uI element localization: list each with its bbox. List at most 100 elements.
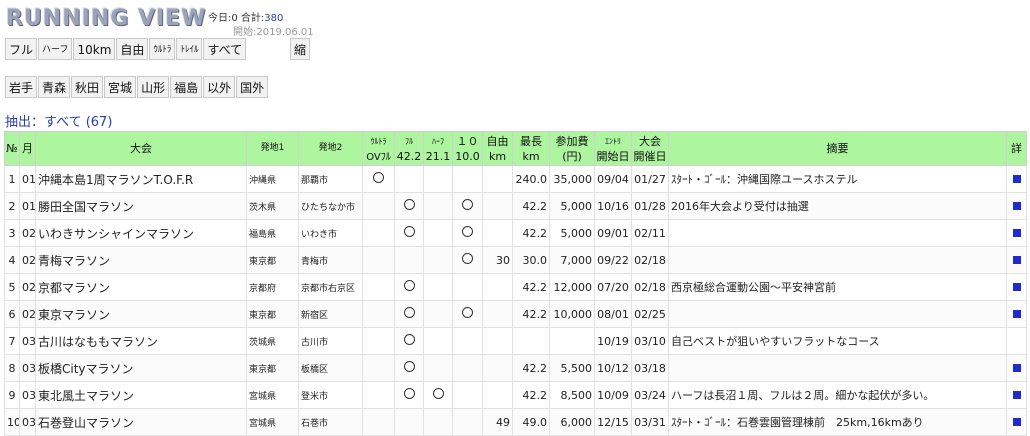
region-filter-button[interactable]: 秋田 xyxy=(71,76,104,98)
col-ultra: ｳﾙﾄﾗ OVﾌﾙ xyxy=(362,131,395,166)
race-name-link[interactable]: 東北風土マラソン xyxy=(35,381,247,409)
full-mark xyxy=(394,408,424,436)
circle-mark-icon xyxy=(462,199,473,210)
col-race: 大会 xyxy=(35,131,247,166)
race-name-link[interactable]: 勝田全国マラソン xyxy=(35,192,247,220)
row-place1: 茨城県 xyxy=(246,327,299,355)
row-no: 1 xyxy=(4,165,20,193)
race-name-link[interactable]: 古川はなももマラソン xyxy=(35,327,247,355)
row-free-km xyxy=(482,327,513,355)
table-row: 9 03 東北風土マラソン 宮城県 登米市 42.2 8,500 10/09 03/24 ハーフは… xyxy=(4,381,1027,409)
half-mark xyxy=(423,219,453,247)
row-race-date: 03/18 xyxy=(631,354,669,382)
row-entry-date: 10/12 xyxy=(594,354,632,382)
row-entry-date: 10/19 xyxy=(594,327,632,355)
col-free: 自由 km xyxy=(482,131,513,166)
ten-mark xyxy=(452,300,483,328)
row-no: 7 xyxy=(4,327,20,355)
race-name-link[interactable]: 石巻登山マラソン xyxy=(35,408,247,436)
row-race-date: 03/31 xyxy=(631,408,669,436)
detail-square-icon[interactable] xyxy=(1012,417,1021,426)
distance-filter-button[interactable]: すべて xyxy=(203,38,247,60)
detail-square-icon[interactable] xyxy=(1012,363,1021,372)
half-mark xyxy=(423,300,453,328)
detail-square-icon[interactable] xyxy=(1012,174,1021,183)
region-filter-button[interactable]: 岩手 xyxy=(5,76,38,98)
row-max-km: 42.2 xyxy=(512,300,550,328)
half-mark xyxy=(423,273,453,301)
region-filter-button[interactable]: 山形 xyxy=(137,76,170,98)
row-summary: ｽﾀｰﾄ・ｺﾞｰﾙ：石巻雲園管理棟前 25km,16kmあり xyxy=(668,408,1007,436)
ten-mark xyxy=(452,273,483,301)
race-name-link[interactable]: 東京マラソン xyxy=(35,300,247,328)
row-place2: 古川市 xyxy=(298,327,363,355)
race-name-link[interactable]: 京都マラソン xyxy=(35,273,247,301)
row-summary: ｽﾀｰﾄ・ｺﾞｰﾙ：沖縄国際ユースホステル xyxy=(668,165,1007,193)
row-place1: 東京都 xyxy=(246,300,299,328)
distance-filter-button[interactable]: 10km xyxy=(73,38,116,60)
row-fee: 35,000 xyxy=(549,165,595,193)
row-fee: 10,000 xyxy=(549,300,595,328)
race-name-link[interactable]: 青梅マラソン xyxy=(35,246,247,274)
detail-square-icon[interactable] xyxy=(1012,390,1021,399)
circle-mark-icon xyxy=(403,334,415,345)
circle-mark-icon xyxy=(403,361,415,372)
row-free-km xyxy=(482,273,513,301)
ten-mark xyxy=(452,381,483,409)
col-place1: 発地1 xyxy=(246,131,299,166)
half-mark xyxy=(423,165,453,193)
half-mark xyxy=(423,246,453,274)
region-filter-button[interactable]: 以外 xyxy=(203,76,236,98)
ultra-mark xyxy=(362,192,395,220)
row-no: 6 xyxy=(4,300,20,328)
row-no: 2 xyxy=(4,192,20,220)
detail-square-icon[interactable] xyxy=(1012,309,1021,318)
full-mark xyxy=(394,327,424,355)
table-row: 1003石巻登山マラソン宮城県石巻市 4949.06,00012/1503/31ｽ… xyxy=(4,408,1027,436)
region-filter-button[interactable]: 福島 xyxy=(170,76,203,98)
row-max-km: 30.0 xyxy=(512,246,550,274)
distance-filter-button[interactable]: フル xyxy=(5,38,38,60)
region-filter-button[interactable]: 青森 xyxy=(38,76,71,98)
row-summary xyxy=(668,354,1007,382)
ultra-mark xyxy=(362,246,395,274)
full-mark xyxy=(394,165,424,193)
ten-mark xyxy=(452,408,483,436)
race-name-link[interactable]: いわきサンシャインマラソン xyxy=(35,219,247,247)
circle-mark-icon xyxy=(403,226,415,237)
row-place2: 京都市右京区 xyxy=(298,273,363,301)
row-entry-date: 09/22 xyxy=(594,246,632,274)
region-filter-button[interactable]: 国外 xyxy=(236,76,269,98)
race-name-link[interactable]: 沖縄本島1周マラソンT.O.F.R xyxy=(35,165,247,193)
detail-square-icon[interactable] xyxy=(1012,282,1021,291)
row-race-date: 02/11 xyxy=(631,219,669,247)
row-month: 02 xyxy=(19,300,36,328)
circle-mark-icon xyxy=(403,307,415,318)
region-filter-button[interactable]: 宮城 xyxy=(104,76,137,98)
distance-filter-button[interactable]: ﾄﾚｲﾙ xyxy=(176,38,203,60)
collapse-button[interactable]: 縮 xyxy=(290,38,311,60)
row-month: 03 xyxy=(19,354,36,382)
detail-square-icon[interactable] xyxy=(1012,228,1021,237)
extract-status: 抽出：すべて (67) xyxy=(5,115,113,130)
site-logo[interactable]: RUNNING VIEW xyxy=(6,6,206,31)
row-entry-date: 10/09 xyxy=(594,381,632,409)
table-header-row: № 月 大会 発地1 発地2 ｳﾙﾄﾗ OVﾌﾙ ﾌﾙ 42.2 ﾊｰﾌ 21.1 １… xyxy=(4,131,1027,166)
ten-mark xyxy=(452,327,483,355)
half-mark xyxy=(423,381,453,409)
distance-filter-button[interactable]: 自由 xyxy=(116,38,149,60)
circle-mark-icon xyxy=(462,253,473,264)
circle-mark-icon xyxy=(403,199,415,210)
ultra-mark xyxy=(362,300,395,328)
ten-mark xyxy=(452,192,483,220)
col-date: 大会 開催日 xyxy=(631,131,669,166)
detail-square-icon[interactable] xyxy=(1012,201,1021,210)
detail-square-icon[interactable] xyxy=(1012,255,1021,264)
row-fee: 5,500 xyxy=(549,354,595,382)
distance-filter-button[interactable]: ｳﾙﾄﾗ xyxy=(149,38,176,60)
race-name-link[interactable]: 板橋Cityマラソン xyxy=(35,354,247,382)
distance-filter-button[interactable]: ハーフ xyxy=(38,38,73,60)
col-place2: 発地2 xyxy=(298,131,363,166)
row-entry-date: 09/04 xyxy=(594,165,632,193)
row-max-km: 42.2 xyxy=(512,354,550,382)
